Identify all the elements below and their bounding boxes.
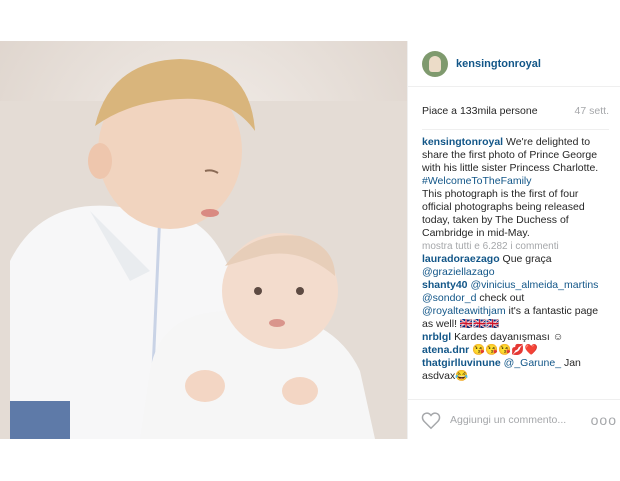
post-photo[interactable]	[0, 41, 407, 439]
comments-list: kensingtonroyal We're delighted to share…	[408, 130, 620, 383]
comment-text: Que graça	[499, 253, 552, 265]
comment-mention[interactable]: @_Garune_	[504, 357, 561, 369]
avatar[interactable]	[422, 50, 448, 77]
comment-username[interactable]: atena.dnr	[422, 344, 469, 356]
list-item: nrblgl Kardeş dayanışması ☺	[422, 331, 609, 344]
heart-icon[interactable]	[420, 409, 442, 431]
list-item: shanty40 @vinicius_almeida_martins @sond…	[422, 279, 609, 331]
caption-hashtag[interactable]: #WelcomeToTheFamily	[422, 175, 532, 187]
list-item: lauradoraezago Que graça @graziellazago	[422, 253, 609, 279]
more-options-icon[interactable]: ooo	[591, 412, 620, 428]
comment-mention[interactable]: @sondor_d	[422, 292, 476, 304]
comment-mention[interactable]: @graziellazago	[422, 266, 495, 278]
list-item: atena.dnr 😘😘😘💋❤️	[422, 344, 609, 357]
comment-text: check out	[476, 292, 525, 304]
caption: kensingtonroyal We're delighted to share…	[422, 136, 609, 188]
likes-count[interactable]: Piace a 133mila persone	[422, 105, 538, 117]
photo-illustration	[0, 41, 407, 439]
show-all-comments-link[interactable]: mostra tutti e 6.282 i commenti	[422, 240, 609, 253]
post-header: kensingtonroyal	[408, 41, 620, 87]
comment-username[interactable]: nrblgl	[422, 331, 451, 343]
caption-paragraph-2: This photograph is the first of four off…	[422, 188, 585, 239]
comment-bar: Aggiungi un commento... ooo	[408, 399, 620, 439]
comment-username[interactable]: lauradoraezago	[422, 253, 500, 265]
comment-mention[interactable]: @royalteawithjam	[422, 305, 506, 317]
comment-text: 😘😘😘💋❤️	[469, 344, 538, 356]
post-frame: kensingtonroyal Piace a 133mila persone …	[0, 41, 620, 439]
comment-username[interactable]: thatgirlluvinune	[422, 357, 501, 369]
comment-mention[interactable]: @vinicius_almeida_martins	[470, 279, 598, 291]
username-link[interactable]: kensingtonroyal	[456, 58, 541, 70]
add-comment-input[interactable]: Aggiungi un commento...	[450, 414, 591, 426]
comment-text: Kardeş dayanışması ☺	[451, 331, 564, 343]
likes-row: Piace a 133mila persone 47 sett.	[408, 87, 620, 117]
comment-username[interactable]: shanty40	[422, 279, 468, 291]
list-item: thatgirlluvinune @_Garune_ Jan asdvax😂	[422, 357, 609, 383]
post-panel: kensingtonroyal Piace a 133mila persone …	[407, 41, 620, 439]
post-time[interactable]: 47 sett.	[575, 105, 609, 117]
caption-username[interactable]: kensingtonroyal	[422, 136, 503, 148]
